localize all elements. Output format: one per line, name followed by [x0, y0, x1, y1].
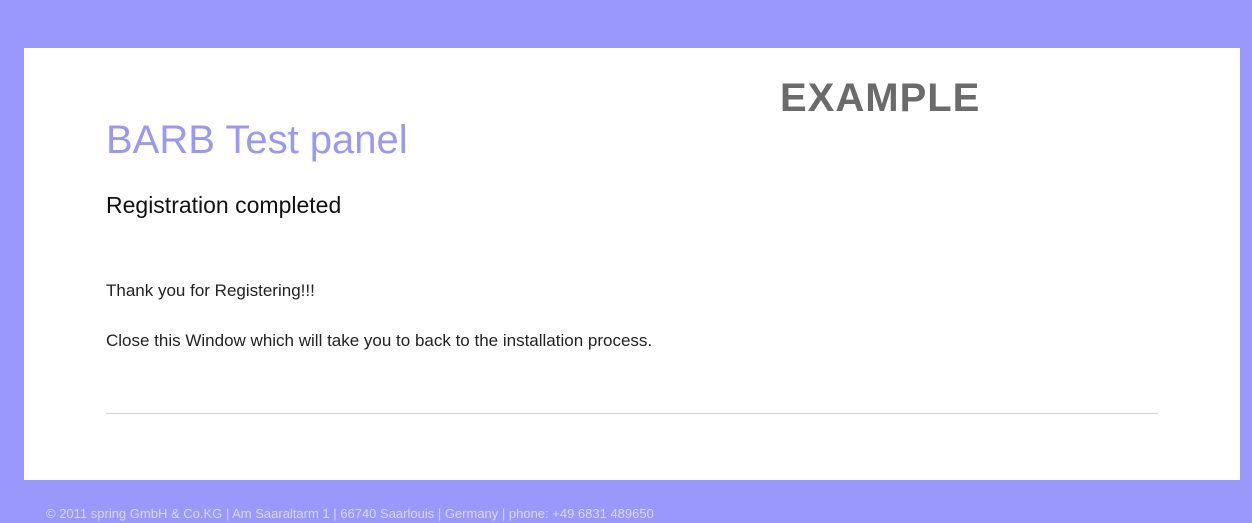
footer-text: © 2011 spring GmbH & Co.KG | Am Saaralta…: [46, 506, 654, 521]
registration-status-heading: Registration completed: [106, 192, 342, 218]
page-title: BARB Test panel: [106, 118, 408, 162]
divider: [106, 413, 1158, 414]
close-window-instruction: Close this Window which will take you to…: [106, 331, 653, 350]
thank-you-message: Thank you for Registering!!!: [106, 281, 315, 300]
content-panel: [24, 48, 1240, 480]
example-watermark: EXAMPLE: [780, 76, 981, 120]
